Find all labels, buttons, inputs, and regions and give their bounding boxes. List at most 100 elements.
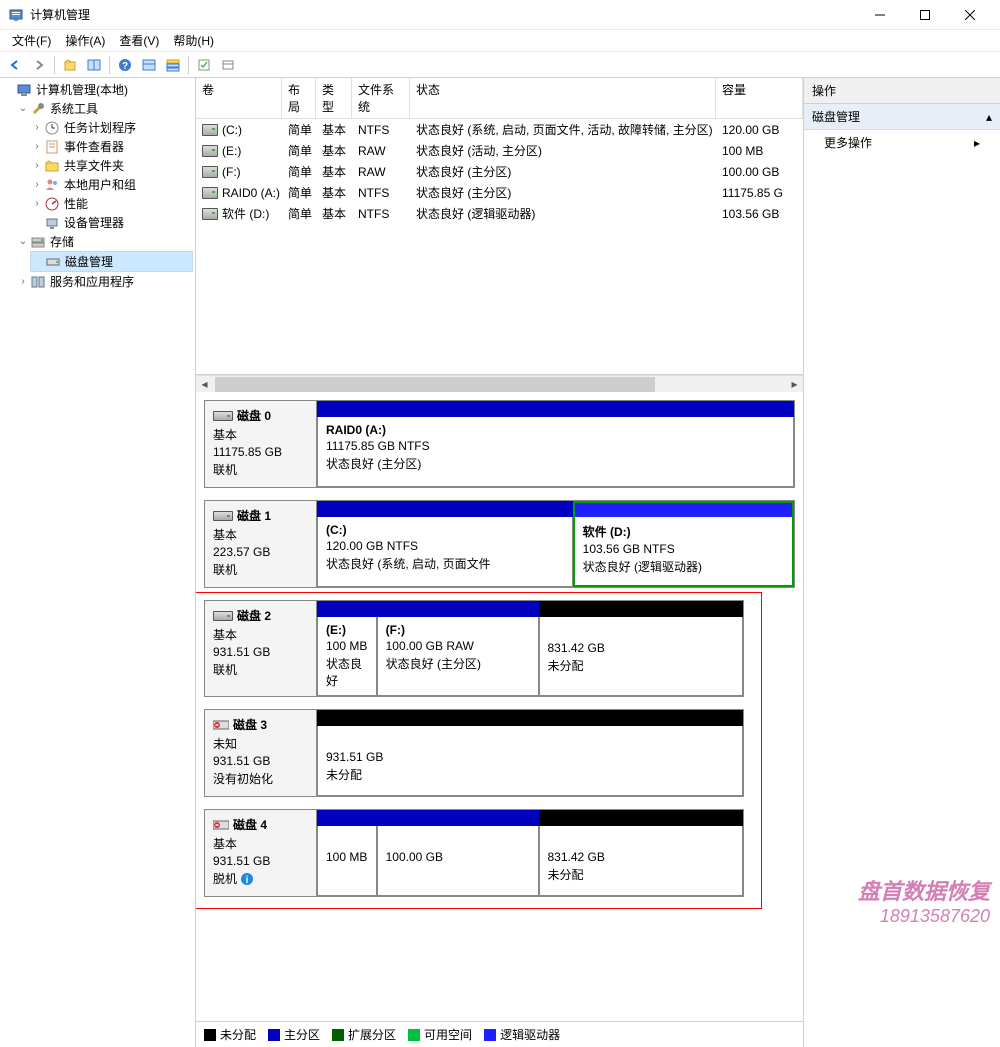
disk-1-partition-d[interactable]: 软件 (D:) 103.56 GB NTFS 状态良好 (逻辑驱动器) [573, 517, 794, 587]
menu-view[interactable]: 查看(V) [113, 30, 165, 51]
tools-icon [30, 101, 46, 117]
scroll-thumb[interactable] [215, 377, 655, 392]
disk-2-row[interactable]: 磁盘 2 基本 931.51 GB 联机 (E:) 100 MB [204, 600, 744, 697]
menu-action[interactable]: 操作(A) [59, 30, 111, 51]
forward-button[interactable] [28, 54, 50, 76]
tree-local-users[interactable]: ›本地用户和组 [30, 175, 193, 194]
settings-button[interactable] [217, 54, 239, 76]
volume-row[interactable]: 软件 (D:)简单基本NTFS状态良好 (逻辑驱动器)103.56 GB [196, 203, 803, 224]
tree-label: 任务计划程序 [64, 119, 136, 136]
col-capacity[interactable]: 容量 [716, 78, 803, 118]
tree-system-tools-label: 系统工具 [50, 100, 98, 117]
action-more[interactable]: 更多操作 ▸ [804, 130, 1000, 155]
minimize-button[interactable] [857, 0, 902, 30]
disk-2-partition-f[interactable]: (F:) 100.00 GB RAW 状态良好 (主分区) [377, 617, 539, 696]
expand-icon[interactable]: › [30, 141, 44, 152]
services-icon [30, 274, 46, 290]
view-detail-button[interactable] [138, 54, 160, 76]
legend-unallocated: 未分配 [220, 1026, 256, 1043]
disk-3-unallocated[interactable]: 931.51 GB 未分配 [317, 726, 743, 796]
tree-performance[interactable]: ›性能 [30, 194, 193, 213]
volume-header: 卷 布局 类型 文件系统 状态 容量 [196, 78, 803, 119]
disk-icon [45, 254, 61, 270]
legend: 未分配 主分区 扩展分区 可用空间 逻辑驱动器 [196, 1021, 803, 1047]
properties-button[interactable] [193, 54, 215, 76]
volume-row[interactable]: RAID0 (A:)简单基本NTFS状态良好 (主分区)11175.85 G [196, 182, 803, 203]
tree-panel: 计算机管理(本地) ⌄ 系统工具 › 任务计划程序 ›事件查看器 › 共享文件夹 ›… [0, 78, 196, 1047]
disk-0-row[interactable]: 磁盘 0 基本 11175.85 GB 联机 RAID0 (A:) 11175.… [204, 400, 795, 488]
tree-root[interactable]: 计算机管理(本地) [2, 80, 193, 99]
help-button[interactable]: ? [114, 54, 136, 76]
disk-4-row[interactable]: 磁盘 4 基本 931.51 GB 脱机 i 100 MB [204, 809, 744, 897]
action-section-disk-mgmt[interactable]: 磁盘管理 ▴ [804, 104, 1000, 130]
up-button[interactable] [59, 54, 81, 76]
menu-help[interactable]: 帮助(H) [167, 30, 220, 51]
col-status[interactable]: 状态 [410, 78, 716, 118]
disk-1-partition-c[interactable]: (C:) 120.00 GB NTFS 状态良好 (系统, 启动, 页面文件 [317, 517, 573, 587]
event-icon [44, 139, 60, 155]
expand-icon[interactable]: › [16, 276, 30, 287]
scroll-right-arrow[interactable]: ▸ [786, 377, 803, 392]
menu-file[interactable]: 文件(F) [6, 30, 57, 51]
drive-icon [202, 166, 218, 178]
disk-2-partition-e[interactable]: (E:) 100 MB 状态良好 [317, 617, 377, 696]
scroll-left-arrow[interactable]: ◂ [196, 377, 213, 392]
performance-icon [44, 196, 60, 212]
tree-disk-management[interactable]: 磁盘管理 [30, 251, 193, 272]
disk-1-label: 磁盘 1 基本 223.57 GB 联机 [205, 501, 317, 587]
horizontal-scrollbar[interactable]: ◂ ▸ [196, 375, 803, 392]
drive-icon [202, 208, 218, 220]
expand-icon[interactable]: ⌄ [16, 236, 30, 247]
disk-0-label: 磁盘 0 基本 11175.85 GB 联机 [205, 401, 317, 487]
disk-4-partition-0[interactable]: 100 MB [317, 826, 377, 896]
users-icon [44, 177, 60, 193]
disk-4-partition-1[interactable]: 100.00 GB [377, 826, 539, 896]
back-button[interactable] [4, 54, 26, 76]
disk-3-label: 磁盘 3 未知 931.51 GB 没有初始化 [205, 710, 317, 796]
disk-3-row[interactable]: 磁盘 3 未知 931.51 GB 没有初始化 931.51 GB 未分配 [204, 709, 744, 797]
view-split-button[interactable] [83, 54, 105, 76]
disk-1-row[interactable]: 磁盘 1 基本 223.57 GB 联机 (C:) 120.00 GB NTFS [204, 500, 795, 588]
tree-event-viewer[interactable]: ›事件查看器 [30, 137, 193, 156]
col-fs[interactable]: 文件系统 [352, 78, 410, 118]
col-type[interactable]: 类型 [316, 78, 352, 118]
legend-extended: 扩展分区 [348, 1026, 396, 1043]
tree-shared-folders[interactable]: › 共享文件夹 [30, 156, 193, 175]
menubar: 文件(F) 操作(A) 查看(V) 帮助(H) [0, 30, 1000, 52]
toolbar: ? [0, 52, 1000, 78]
disk-2-label: 磁盘 2 基本 931.51 GB 联机 [205, 601, 317, 696]
disk-2-unallocated[interactable]: 831.42 GB 未分配 [539, 617, 743, 696]
maximize-button[interactable] [902, 0, 947, 30]
tree-label: 设备管理器 [64, 214, 124, 231]
drive-icon [213, 511, 233, 521]
tree-label: 共享文件夹 [64, 157, 124, 174]
view-list-button[interactable] [162, 54, 184, 76]
disk-graphical-area: 磁盘 0 基本 11175.85 GB 联机 RAID0 (A:) 11175.… [196, 392, 803, 1021]
tree-services[interactable]: › 服务和应用程序 [16, 272, 193, 291]
tree-device-manager[interactable]: 设备管理器 [30, 213, 193, 232]
expand-icon[interactable]: › [30, 179, 44, 190]
info-icon[interactable]: i [240, 872, 254, 886]
volume-row[interactable]: (F:)简单基本RAW状态良好 (主分区)100.00 GB [196, 161, 803, 182]
disk-0-partition-0[interactable]: RAID0 (A:) 11175.85 GB NTFS 状态良好 (主分区) [317, 417, 794, 487]
tree-label: 存储 [50, 233, 74, 250]
expand-icon[interactable]: › [30, 198, 44, 209]
col-volume[interactable]: 卷 [196, 78, 282, 118]
drive-icon [213, 411, 233, 421]
volume-row[interactable]: (E:)简单基本RAW状态良好 (活动, 主分区)100 MB [196, 140, 803, 161]
close-button[interactable] [947, 0, 992, 30]
tree-system-tools[interactable]: ⌄ 系统工具 [16, 99, 193, 118]
tree-storage[interactable]: ⌄ 存储 [16, 232, 193, 251]
computer-icon [16, 82, 32, 98]
drive-icon [202, 187, 218, 199]
actions-panel: 操作 磁盘管理 ▴ 更多操作 ▸ [804, 78, 1000, 1047]
expand-icon[interactable]: ⌄ [16, 103, 30, 114]
tree-task-scheduler[interactable]: › 任务计划程序 [30, 118, 193, 137]
disk-4-unallocated[interactable]: 831.42 GB 未分配 [539, 826, 743, 896]
disk-4-label: 磁盘 4 基本 931.51 GB 脱机 i [205, 810, 317, 896]
device-icon [44, 215, 60, 231]
expand-icon[interactable]: › [30, 160, 44, 171]
expand-icon[interactable]: › [30, 122, 44, 133]
volume-row[interactable]: (C:)简单基本NTFS状态良好 (系统, 启动, 页面文件, 活动, 故障转储… [196, 119, 803, 140]
col-layout[interactable]: 布局 [282, 78, 316, 118]
